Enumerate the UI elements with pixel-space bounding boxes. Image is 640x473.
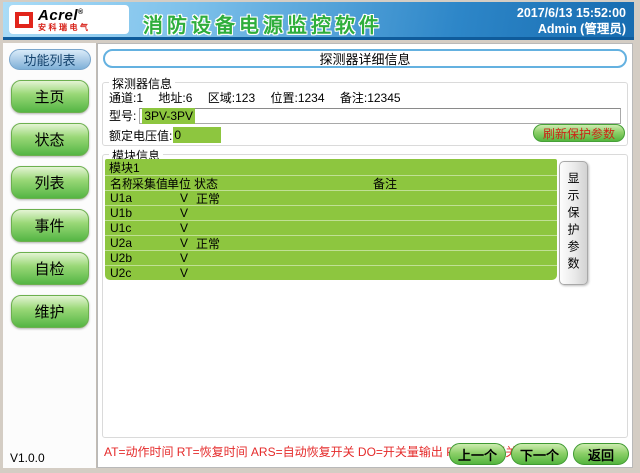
model-input[interactable]: 3PV-3PV <box>139 108 621 124</box>
footer-buttons: 上一个 下一个 返回 <box>449 443 629 465</box>
brand-word: Acrel <box>38 7 78 24</box>
cell-name: U1b <box>105 206 132 220</box>
field-position-value: 1234 <box>298 91 325 105</box>
back-button[interactable]: 返回 <box>573 443 629 465</box>
field-channel-label: 通道: <box>109 91 136 105</box>
app-title: 消防设备电源监控软件 <box>143 9 383 38</box>
module-table-header: 名称 采集值 单位 状态 备注 <box>105 175 557 190</box>
main-content: 探测器详细信息 探测器信息 通道:1 地址:6 区域:123 位置:1234 备… <box>97 43 633 468</box>
brand-name: Acrel® <box>38 8 91 23</box>
module-info-group: 模块信息 模块1 名称 采集值 单位 状态 备注 U1a V 正常 <box>102 154 628 438</box>
acrel-logo-icon <box>14 11 34 29</box>
field-note-label: 备注: <box>340 91 367 105</box>
rated-voltage-row: 额定电压值: 0 <box>109 127 221 143</box>
cell-unit: V <box>167 251 194 265</box>
sidebar-item-home[interactable]: 主页 <box>11 80 89 113</box>
brand-subtitle: 安科瑞电气 <box>38 24 91 32</box>
module-table: 模块1 名称 采集值 单位 状态 备注 U1a V 正常 U1b <box>105 159 557 280</box>
cell-unit: V <box>167 236 194 250</box>
cell-status: 正常 <box>194 190 373 207</box>
app-window: Acrel® 安科瑞电气 消防设备电源监控软件 2017/6/13 15:52:… <box>0 0 640 473</box>
model-label: 型号: <box>109 107 136 124</box>
field-note: 备注:12345 <box>340 91 401 105</box>
model-value-highlighted: 3PV-3PV <box>142 108 195 124</box>
page-title: 探测器详细信息 <box>103 49 627 68</box>
col-header-value: 采集值 <box>132 175 167 192</box>
field-channel: 通道:1 <box>109 91 143 105</box>
module-table-title: 模块1 <box>105 159 557 175</box>
acrel-logo: Acrel® 安科瑞电气 <box>9 5 129 34</box>
header-bar: Acrel® 安科瑞电气 消防设备电源监控软件 2017/6/13 15:52:… <box>3 2 634 40</box>
sidebar-item-maintenance[interactable]: 维护 <box>11 295 89 328</box>
logo-text: Acrel® 安科瑞电气 <box>38 8 91 32</box>
cell-status: 正常 <box>194 235 373 252</box>
field-zone-label: 区域: <box>208 91 235 105</box>
previous-button[interactable]: 上一个 <box>449 443 506 465</box>
cell-unit: V <box>167 206 194 220</box>
cell-unit: V <box>167 221 194 235</box>
field-address-label: 地址: <box>158 91 185 105</box>
sidebar-item-events[interactable]: 事件 <box>11 209 89 242</box>
datetime-label: 2017/6/13 15:52:00 <box>517 5 626 21</box>
cell-name: U2b <box>105 251 132 265</box>
sidebar-item-status[interactable]: 状态 <box>11 123 89 156</box>
col-header-note: 备注 <box>373 175 557 192</box>
table-row[interactable]: U2b V <box>105 250 557 265</box>
next-button[interactable]: 下一个 <box>511 443 568 465</box>
table-row[interactable]: U2a V 正常 <box>105 235 557 250</box>
table-row[interactable]: U1b V <box>105 205 557 220</box>
header-right: 2017/6/13 15:52:00 Admin (管理员) <box>517 5 626 37</box>
field-address-value: 6 <box>186 91 193 105</box>
cell-name: U2c <box>105 266 132 280</box>
field-channel-value: 1 <box>136 91 143 105</box>
cell-name: U1a <box>105 191 132 205</box>
field-note-value: 12345 <box>367 91 400 105</box>
rated-voltage-label: 额定电压值: <box>109 127 172 144</box>
cell-unit: V <box>167 191 194 205</box>
sidebar-header: 功能列表 <box>9 49 91 70</box>
version-label: V1.0.0 <box>10 451 45 465</box>
field-position: 位置:1234 <box>270 91 324 105</box>
detector-summary: 通道:1 地址:6 区域:123 位置:1234 备注:12345 <box>109 89 413 106</box>
show-protection-params-button[interactable]: 显示保护参数 <box>559 161 588 285</box>
rated-voltage-value[interactable]: 0 <box>173 127 221 143</box>
cell-unit: V <box>167 266 194 280</box>
field-position-label: 位置: <box>270 91 297 105</box>
brand-registered-mark: ® <box>78 9 84 16</box>
table-row[interactable]: U1c V <box>105 220 557 235</box>
col-header-name: 名称 <box>105 175 132 192</box>
model-row: 型号: 3PV-3PV <box>109 107 621 124</box>
field-address: 地址:6 <box>158 91 192 105</box>
sidebar-item-selftest[interactable]: 自检 <box>11 252 89 285</box>
col-header-unit: 单位 <box>167 175 194 192</box>
field-zone: 区域:123 <box>208 91 255 105</box>
cell-name: U2a <box>105 236 132 250</box>
table-row[interactable]: U1a V 正常 <box>105 190 557 205</box>
table-row[interactable]: U2c V <box>105 265 557 280</box>
sidebar-item-list[interactable]: 列表 <box>11 166 89 199</box>
current-user-label: Admin (管理员) <box>517 21 626 37</box>
refresh-protection-button[interactable]: 刷新保护参数 <box>533 124 625 142</box>
cell-name: U1c <box>105 221 132 235</box>
detector-info-group: 探测器信息 通道:1 地址:6 区域:123 位置:1234 备注:12345 … <box>102 82 628 146</box>
field-zone-value: 123 <box>235 91 255 105</box>
sidebar: 功能列表 主页 状态 列表 事件 自检 维护 V1.0.0 <box>3 43 97 468</box>
